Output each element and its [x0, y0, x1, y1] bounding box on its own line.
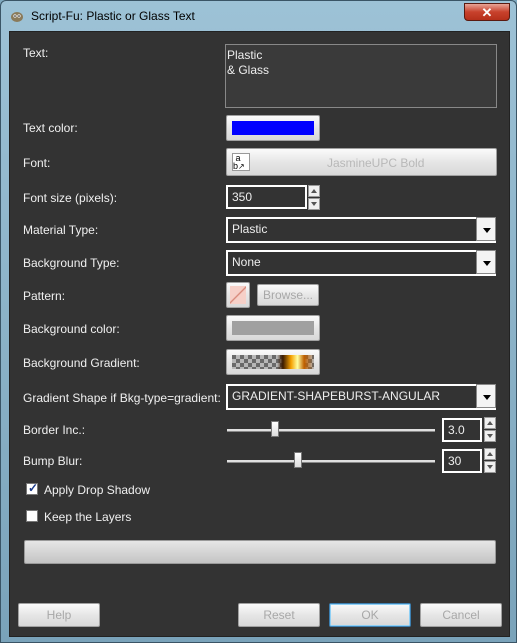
text-color-swatch	[232, 121, 314, 135]
decrement-icon[interactable]	[484, 430, 496, 442]
gradient-shape-value: GRADIENT-SHAPEBURST-ANGULAR	[232, 389, 441, 403]
font-size-label: Font size (pixels):	[23, 191, 118, 205]
pattern-preview[interactable]	[226, 282, 250, 308]
font-icon: a b↗	[232, 153, 250, 171]
decrement-icon[interactable]	[308, 198, 320, 210]
browse-label: Browse...	[262, 288, 313, 302]
progress-bar	[24, 540, 496, 564]
pattern-swatch	[230, 286, 246, 304]
border-inc-slider-handle[interactable]	[271, 421, 279, 437]
dialog-window: Script-Fu: Plastic or Glass Text ✕ Text:…	[0, 0, 517, 643]
border-inc-slider-track[interactable]	[227, 429, 435, 432]
font-size-input[interactable]: 350	[226, 185, 307, 209]
font-button[interactable]: a b↗ JasmineUPC Bold	[226, 148, 497, 176]
increment-icon[interactable]	[308, 185, 320, 197]
background-color-swatch	[232, 321, 314, 335]
help-button[interactable]: Help	[18, 603, 100, 627]
bump-blur-stepper[interactable]	[484, 448, 496, 474]
decrement-icon[interactable]	[484, 461, 496, 473]
close-icon: ✕	[481, 5, 493, 20]
cancel-button[interactable]: Cancel	[420, 603, 502, 627]
background-gradient-button[interactable]	[226, 349, 320, 375]
gimp-icon	[11, 12, 23, 22]
border-inc-input[interactable]: 3.0	[442, 418, 482, 442]
bump-blur-input[interactable]: 30	[442, 449, 482, 473]
material-type-label: Material Type:	[23, 223, 99, 237]
background-color-label: Background color:	[23, 322, 120, 336]
text-color-label: Text color:	[23, 121, 78, 135]
chevron-down-icon[interactable]	[476, 217, 496, 241]
increment-icon[interactable]	[484, 448, 496, 460]
gradient-shape-select[interactable]: GRADIENT-SHAPEBURST-ANGULAR	[226, 384, 496, 410]
font-size-stepper[interactable]	[308, 185, 320, 211]
gradient-shape-label: Gradient Shape if Bkg-type=gradient:	[23, 391, 221, 405]
apply-drop-shadow-checkbox[interactable]: ✓	[26, 481, 39, 495]
border-inc-label: Border Inc.:	[23, 423, 86, 437]
keep-layers-label[interactable]: Keep the Layers	[44, 510, 131, 524]
keep-layers-checkbox[interactable]	[26, 510, 38, 522]
bump-blur-slider-track[interactable]	[227, 460, 435, 463]
font-label: Font:	[23, 156, 51, 170]
bump-blur-label: Bump Blur:	[23, 454, 83, 468]
material-type-value: Plastic	[232, 222, 268, 236]
background-type-select[interactable]: None	[226, 250, 496, 276]
ok-label: OK	[361, 608, 379, 622]
ok-button[interactable]: OK	[329, 603, 411, 627]
border-inc-value: 3.0	[448, 423, 465, 437]
text-color-button[interactable]	[226, 115, 320, 141]
checkmark-icon: ✓	[28, 481, 39, 495]
bump-blur-slider-handle[interactable]	[294, 452, 302, 468]
text-area[interactable]: Plastic & Glass	[225, 44, 497, 108]
background-gradient-label: Background Gradient:	[23, 356, 140, 370]
help-label: Help	[46, 608, 72, 622]
gradient-swatch	[232, 355, 314, 369]
chevron-down-icon[interactable]	[476, 250, 496, 274]
pattern-label: Pattern:	[23, 289, 66, 303]
font-name: JasmineUPC Bold	[327, 156, 425, 170]
bump-blur-value: 30	[448, 454, 462, 468]
close-button[interactable]: ✕	[464, 3, 510, 21]
title-bar[interactable]: Script-Fu: Plastic or Glass Text ✕	[1, 1, 516, 31]
pattern-browse-button[interactable]: Browse...	[257, 284, 319, 306]
apply-drop-shadow-label[interactable]: Apply Drop Shadow	[44, 483, 150, 497]
background-type-value: None	[232, 255, 261, 269]
reset-button[interactable]: Reset	[238, 603, 320, 627]
text-label: Text:	[23, 46, 49, 60]
material-type-select[interactable]: Plastic	[226, 217, 496, 243]
dialog-content: Text: Plastic & Glass Text color: Font: …	[9, 31, 510, 637]
background-color-button[interactable]	[226, 315, 320, 341]
reset-label: Reset	[263, 608, 295, 622]
cancel-label: Cancel	[442, 608, 480, 622]
font-size-value: 350	[232, 190, 253, 204]
border-inc-stepper[interactable]	[484, 417, 496, 443]
increment-icon[interactable]	[484, 417, 496, 429]
window-title: Script-Fu: Plastic or Glass Text	[31, 9, 195, 23]
text-line-1: Plastic	[227, 48, 263, 62]
background-type-label: Background Type:	[23, 256, 120, 270]
text-line-2: & Glass	[227, 63, 270, 77]
chevron-down-icon[interactable]	[476, 384, 496, 408]
